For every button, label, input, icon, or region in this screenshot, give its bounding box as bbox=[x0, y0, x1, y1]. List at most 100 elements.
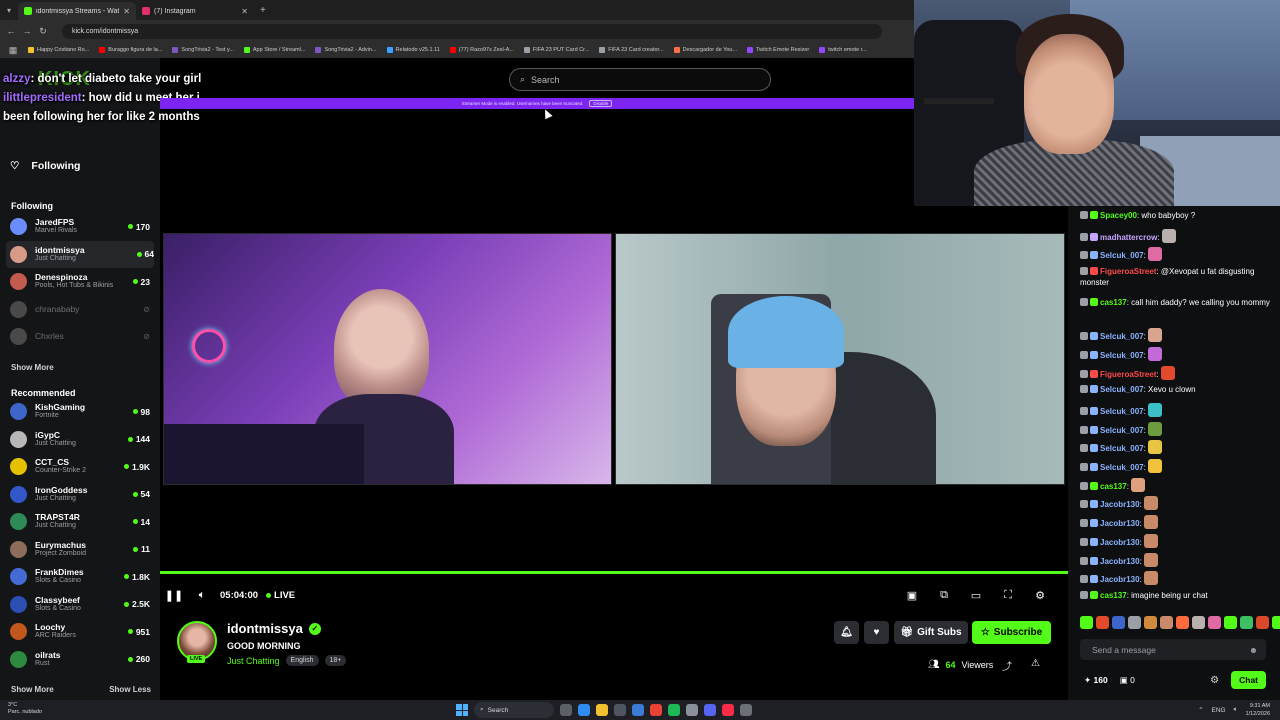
emote-icon[interactable] bbox=[1096, 616, 1109, 629]
taskbar-search[interactable]: ⌕ Search bbox=[474, 702, 554, 718]
bookmark-item[interactable]: App Store / Streaml... bbox=[243, 47, 305, 53]
reload-icon[interactable]: ↻ bbox=[38, 26, 48, 37]
bookmark-item[interactable]: SongTrivia2 - Advin... bbox=[315, 47, 377, 53]
windows-start-icon[interactable] bbox=[456, 704, 468, 716]
bookmark-item[interactable]: twitch emote r... bbox=[819, 47, 867, 53]
emoji-icon[interactable]: ☻ bbox=[1249, 645, 1258, 655]
bookmark-item[interactable]: (77) Razo97s Zesl-A... bbox=[449, 47, 514, 53]
music-icon[interactable] bbox=[722, 704, 734, 716]
emote-icon[interactable] bbox=[1080, 616, 1093, 629]
chat-username[interactable]: cas137 bbox=[1100, 591, 1127, 600]
back-icon[interactable]: ← bbox=[6, 26, 16, 36]
emote-icon[interactable] bbox=[1128, 616, 1141, 629]
chat-username[interactable]: Jacobr130 bbox=[1100, 538, 1140, 547]
volume-icon[interactable]: 🔈︎ bbox=[188, 589, 216, 602]
mail-icon[interactable] bbox=[632, 704, 644, 716]
tab-search-icon[interactable]: ▾ bbox=[0, 6, 18, 15]
gift-count[interactable]: ▣ 0 bbox=[1120, 675, 1135, 686]
browser-tab-kick[interactable]: idontmissya Streams - Watch ✕ bbox=[18, 2, 136, 20]
bookmark-item[interactable]: FIFA 23 PUT Card Cr... bbox=[523, 47, 589, 53]
sidebar-nav-following[interactable]: ♡ Following bbox=[10, 160, 80, 172]
notification-bell-button[interactable]: 🔔︎ bbox=[834, 621, 859, 644]
chat-message-input[interactable]: Send a message ☻ bbox=[1080, 639, 1266, 660]
emote-icon[interactable] bbox=[1272, 616, 1280, 629]
emote-icon[interactable] bbox=[1160, 616, 1173, 629]
bookmark-item[interactable]: SongTrivia2 - Test y... bbox=[172, 47, 234, 53]
emote-icon[interactable] bbox=[1240, 616, 1253, 629]
volume-icon[interactable]: 🔈︎ bbox=[1234, 706, 1238, 714]
playback-progress-bar[interactable] bbox=[160, 571, 1068, 574]
store-icon[interactable] bbox=[614, 704, 626, 716]
chat-settings-icon[interactable]: ⚙ bbox=[1210, 675, 1219, 686]
show-more-following-button[interactable]: Show More bbox=[11, 363, 54, 372]
chat-username[interactable]: Jacobr130 bbox=[1100, 500, 1140, 509]
tag-english[interactable]: English bbox=[285, 655, 319, 666]
chat-username[interactable]: Jacobr130 bbox=[1100, 557, 1140, 566]
pause-icon[interactable]: ❚❚ bbox=[160, 589, 188, 602]
sidebar-channel-cct_cs[interactable]: CCT_CS Counter-Strike 2 1.9K bbox=[10, 453, 150, 480]
apps-grid-icon[interactable]: ▦ bbox=[8, 45, 18, 56]
bookmark-item[interactable]: Descargador de You... bbox=[673, 47, 737, 53]
gift-subs-button[interactable]: 🎁︎ Gift Subs bbox=[894, 621, 968, 644]
settings-gear-icon[interactable]: ⚙ bbox=[1026, 589, 1054, 602]
bookmark-item[interactable]: Happy Cristiano Ro... bbox=[28, 47, 89, 53]
sidebar-channel-kishgaming[interactable]: KishGaming Fortnite 98 bbox=[10, 398, 150, 425]
chat-username[interactable]: cas137 bbox=[1100, 298, 1127, 307]
bookmark-item[interactable]: Relatodo v25.1.11 bbox=[386, 47, 440, 53]
report-warning-icon[interactable]: ⚠ bbox=[1031, 658, 1040, 669]
chat-username[interactable]: Jacobr130 bbox=[1100, 575, 1140, 584]
miniplayer-icon[interactable]: ▣ bbox=[898, 589, 926, 602]
language-indicator[interactable]: ENG bbox=[1212, 707, 1226, 714]
chat-username[interactable]: Selcuk_007 bbox=[1100, 385, 1144, 394]
chat-username[interactable]: Selcuk_007 bbox=[1100, 332, 1144, 341]
chat-username[interactable]: Selcuk_007 bbox=[1100, 426, 1144, 435]
chat-send-button[interactable]: Chat bbox=[1231, 671, 1266, 689]
forward-icon[interactable]: → bbox=[22, 26, 32, 36]
chat-username[interactable]: Selcuk_007 bbox=[1100, 444, 1144, 453]
file-explorer-icon[interactable] bbox=[596, 704, 608, 716]
emote-icon[interactable] bbox=[1208, 616, 1221, 629]
tab-close-icon[interactable]: ✕ bbox=[241, 7, 248, 16]
sidebar-channel-denespinoza[interactable]: Denespinoza Pools, Hot Tubs & Bikinis 23 bbox=[10, 268, 150, 295]
theater-mode-icon[interactable]: ▭ bbox=[962, 589, 990, 602]
follow-heart-button[interactable]: ♥ bbox=[864, 621, 889, 644]
spotify-icon[interactable] bbox=[668, 704, 680, 716]
emote-icon[interactable] bbox=[1224, 616, 1237, 629]
sidebar-channel-chxrles[interactable]: Chxrles ⊘ bbox=[10, 323, 150, 350]
show-less-button[interactable]: Show Less bbox=[109, 685, 151, 694]
chat-username[interactable]: Selcuk_007 bbox=[1100, 463, 1144, 472]
sidebar-channel-loochy[interactable]: Loochy ARC Raiders 951 bbox=[10, 618, 150, 645]
new-tab-icon[interactable]: + bbox=[254, 5, 272, 16]
show-more-recommended-button[interactable]: Show More bbox=[11, 685, 54, 694]
tag-18plus[interactable]: 18+ bbox=[324, 655, 347, 666]
tab-close-icon[interactable]: ✕ bbox=[123, 7, 130, 16]
url-field[interactable]: kick.com/idontmissya bbox=[62, 23, 882, 39]
app-icon[interactable] bbox=[740, 704, 752, 716]
sidebar-channel-frankdimes[interactable]: FrankDimes Slots & Casino 1.8K bbox=[10, 563, 150, 590]
chat-username[interactable]: cas137 bbox=[1100, 482, 1127, 491]
share-icon[interactable]: ⤴ bbox=[1002, 658, 1012, 673]
sidebar-channel-chranababy[interactable]: chranababy ⊘ bbox=[10, 296, 150, 323]
chat-username[interactable]: FigueroaStreet bbox=[1100, 370, 1156, 379]
discord-icon[interactable] bbox=[704, 704, 716, 716]
task-view-icon[interactable] bbox=[560, 704, 572, 716]
obs-icon[interactable] bbox=[686, 704, 698, 716]
sidebar-channel-classybeef[interactable]: Classybeef Slots & Casino 2.5K bbox=[10, 591, 150, 618]
stream-category-link[interactable]: Just Chatting bbox=[227, 656, 280, 666]
video-panel-left[interactable] bbox=[163, 233, 612, 485]
chat-username[interactable]: Spacey00 bbox=[1100, 211, 1137, 220]
search-input[interactable]: ⌕ Search bbox=[509, 68, 771, 91]
chat-username[interactable]: FigueroaStreet bbox=[1100, 267, 1156, 276]
streamer-name[interactable]: idontmissya ✓ bbox=[227, 621, 321, 636]
tray-chevron-icon[interactable]: ⌃ bbox=[1198, 706, 1203, 714]
bookmark-item[interactable]: FIFA 23 Card creator... bbox=[599, 47, 664, 53]
disable-streamer-mode-button[interactable]: Disable bbox=[589, 100, 613, 107]
sidebar-channel-oilrats[interactable]: oilrats Rust 260 bbox=[10, 646, 150, 673]
sidebar-channel-igypc[interactable]: iGypC Just Chatting 144 bbox=[10, 426, 150, 453]
bookmark-item[interactable]: Buraggo figura de la... bbox=[99, 47, 162, 53]
emote-icon[interactable] bbox=[1256, 616, 1269, 629]
chat-username[interactable]: Jacobr130 bbox=[1100, 519, 1140, 528]
fullscreen-icon[interactable]: ⛶ bbox=[994, 589, 1022, 602]
chat-username[interactable]: Selcuk_007 bbox=[1100, 351, 1144, 360]
emote-icon[interactable] bbox=[1192, 616, 1205, 629]
